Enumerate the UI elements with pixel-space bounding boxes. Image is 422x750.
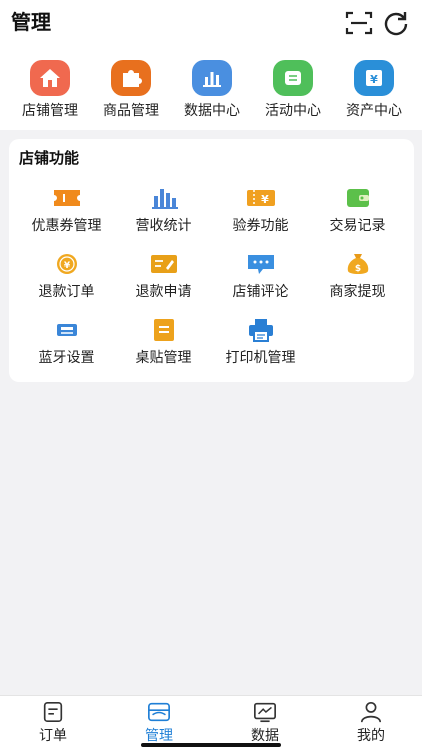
section-title: 店铺功能 — [19, 149, 80, 167]
printer-icon — [244, 317, 278, 343]
function-transaction-records[interactable]: 交易记录 — [309, 185, 406, 235]
quick-link-product[interactable]: 商品管理 — [90, 60, 172, 120]
revenue-chart-icon — [147, 185, 181, 211]
function-revenue-stats[interactable]: 营收统计 — [115, 185, 212, 235]
page-title: 管理 — [11, 10, 51, 34]
store-home-icon — [30, 60, 70, 96]
svg-text:$: $ — [354, 264, 360, 274]
yen-box-icon: ¥ — [354, 60, 394, 96]
function-merchant-withdraw[interactable]: $ 商家提现 — [309, 251, 406, 301]
function-refund-apply[interactable]: 退款申请 — [115, 251, 212, 301]
bluetooth-printer-icon — [50, 317, 84, 343]
home-indicator — [141, 743, 281, 747]
function-table-sticker[interactable]: 桌贴管理 — [115, 317, 212, 367]
profile-icon — [360, 701, 382, 723]
top-section: 管理 店铺管理 商品管理 数据中心 活动中心 ¥ 资产中心 — [0, 0, 422, 130]
svg-text:¥: ¥ — [63, 261, 70, 271]
quick-link-assets[interactable]: ¥ 资产中心 — [333, 60, 415, 120]
refund-apply-icon — [147, 251, 181, 277]
data-icon — [254, 702, 276, 723]
function-store-reviews[interactable]: 店铺评论 — [212, 251, 309, 301]
store-functions-card: 店铺功能 优惠券管理 营收统计 ¥ 验券功能 交易记录 ¥ 退款订单 退款申请 … — [9, 139, 414, 382]
refund-coin-icon: ¥ — [50, 251, 84, 277]
quick-links: 店铺管理 商品管理 数据中心 活动中心 ¥ 资产中心 — [0, 60, 422, 120]
tab-profile[interactable]: 我的 — [336, 700, 406, 745]
quick-link-store[interactable]: 店铺管理 — [9, 60, 91, 120]
wallet-icon — [341, 185, 375, 211]
order-icon — [43, 701, 63, 723]
function-bluetooth-settings[interactable]: 蓝牙设置 — [18, 317, 115, 367]
header: 管理 — [0, 0, 422, 44]
refresh-icon[interactable] — [382, 9, 410, 37]
scan-icon[interactable] — [345, 9, 373, 37]
function-printer-manage[interactable]: 打印机管理 — [212, 317, 309, 367]
puzzle-icon — [111, 60, 151, 96]
activity-icon — [273, 60, 313, 96]
function-coupon-manage[interactable]: 优惠券管理 — [18, 185, 115, 235]
comment-icon — [244, 251, 278, 277]
tab-manage[interactable]: 管理 — [124, 700, 194, 745]
bar-chart-icon — [192, 60, 232, 96]
coupon-icon — [50, 185, 84, 211]
tab-data[interactable]: 数据 — [230, 700, 300, 745]
function-refund-orders[interactable]: ¥ 退款订单 — [18, 251, 115, 301]
money-bag-icon: $ — [341, 251, 375, 277]
manage-icon — [148, 702, 170, 722]
quick-link-activity[interactable]: 活动中心 — [252, 60, 334, 120]
table-sticker-icon — [147, 317, 181, 343]
svg-text:¥: ¥ — [370, 73, 378, 86]
tab-orders[interactable]: 订单 — [18, 700, 88, 745]
bottom-tab-bar: 订单 管理 数据 我的 — [0, 695, 422, 750]
function-ticket-verify[interactable]: ¥ 验券功能 — [212, 185, 309, 235]
quick-link-data[interactable]: 数据中心 — [171, 60, 253, 120]
svg-text:¥: ¥ — [261, 193, 269, 206]
ticket-verify-icon: ¥ — [244, 185, 278, 211]
